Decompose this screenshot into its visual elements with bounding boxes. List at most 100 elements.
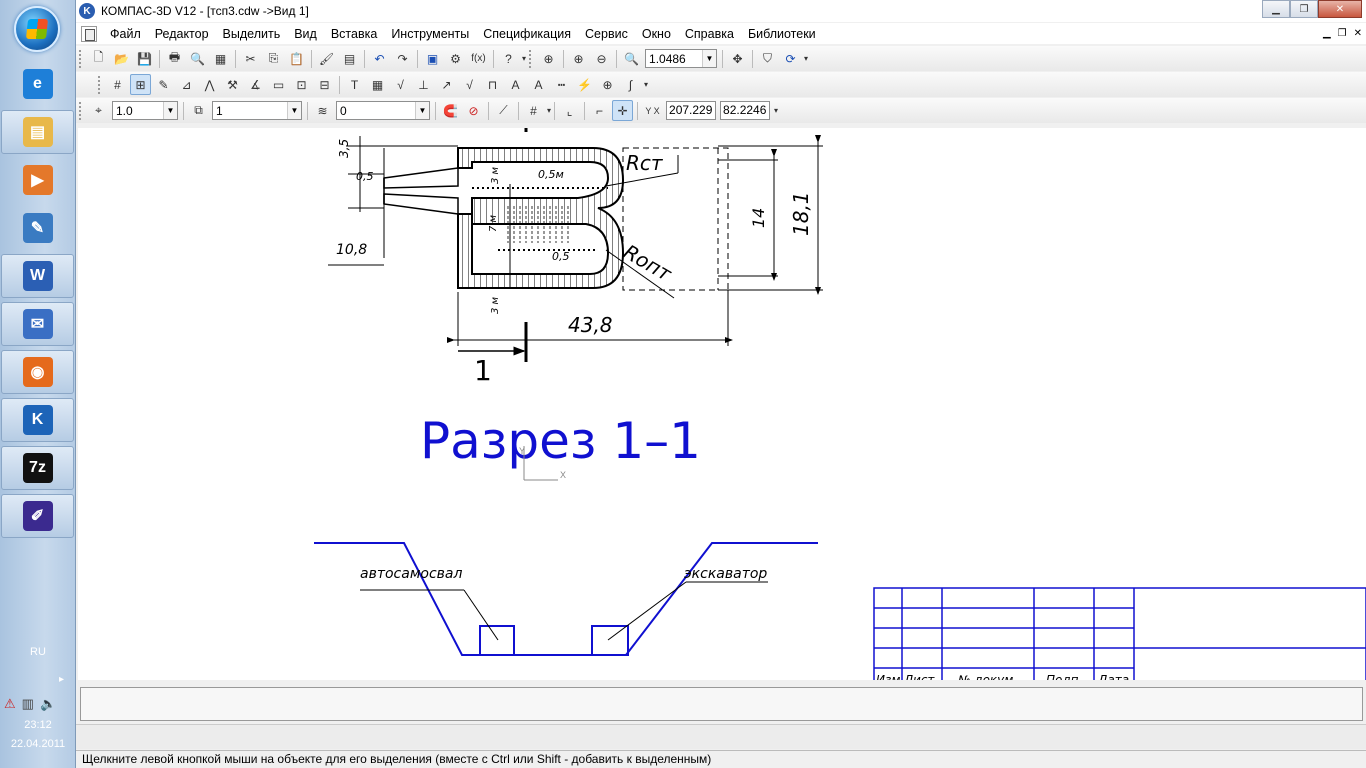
zoom-out-icon[interactable]: ⊖	[591, 48, 612, 69]
taskbar-media-player-button[interactable]: ▶	[1, 158, 74, 202]
view-icon[interactable]: ⧉	[188, 100, 209, 121]
format-painter-icon[interactable]: 🖌	[316, 48, 337, 69]
chevron-down-icon[interactable]: ▼	[702, 50, 717, 67]
parametrize-icon[interactable]: ∡	[245, 74, 266, 95]
magnet-icon[interactable]: 🧲	[440, 100, 461, 121]
coord-y-field[interactable]: 82.2246	[720, 101, 771, 120]
volume-icon[interactable]: 🔈	[40, 696, 56, 712]
roughness-icon[interactable]: √	[390, 74, 411, 95]
round-snap-icon[interactable]: ✛	[612, 100, 634, 121]
pan-icon[interactable]: ✥	[727, 48, 748, 69]
menu-item-10[interactable]: Библиотеки	[741, 27, 823, 41]
arrow-icon[interactable]: ⚡	[574, 74, 595, 95]
zoom-scale-icon[interactable]: 🔍	[621, 48, 642, 69]
drawing-svg[interactable]: 3,5 0,5 0,5м 3 м 7 м 0,5 10,8 Rст Rопт 1…	[78, 128, 1366, 680]
close-button[interactable]: ✕	[1318, 0, 1362, 18]
spec-icon[interactable]: ⊟	[314, 74, 335, 95]
drawing-canvas[interactable]: 3,5 0,5 0,5м 3 м 7 м 0,5 10,8 Rст Rопт 1…	[78, 128, 1366, 680]
cut-icon[interactable]: ✂	[240, 48, 261, 69]
new-document-icon[interactable]: 🗋	[88, 48, 109, 69]
geometry-icon[interactable]: ✎	[153, 74, 174, 95]
zoom-in-icon[interactable]: ⊕	[568, 48, 589, 69]
menu-item-2[interactable]: Выделить	[216, 27, 288, 41]
step-combo[interactable]: 1.0 ▼	[112, 101, 178, 120]
network-tray-icon[interactable]: ⚠	[4, 696, 16, 712]
toolbar-overflow-icon[interactable]: ▾	[774, 106, 778, 115]
grid-snap-icon[interactable]: #	[107, 74, 128, 95]
redo-icon[interactable]: ↷	[392, 48, 413, 69]
text-icon[interactable]: T	[344, 74, 365, 95]
menu-item-7[interactable]: Сервис	[578, 27, 635, 41]
ortho-icon[interactable]: ⟋	[493, 100, 514, 121]
menu-item-5[interactable]: Инструменты	[384, 27, 476, 41]
variables-icon[interactable]: f(x)	[468, 48, 489, 69]
menu-item-3[interactable]: Вид	[287, 27, 324, 41]
show-all-icon[interactable]: ⛉	[757, 48, 778, 69]
menu-item-1[interactable]: Редактор	[148, 27, 216, 41]
snap-icon[interactable]: ⊞	[130, 74, 151, 95]
taskbar-paint-tool-button[interactable]: ✐	[1, 494, 74, 538]
title-block[interactable]	[873, 587, 1366, 680]
doc-restore-button[interactable]: ❐	[1338, 28, 1347, 39]
taskbar-network-tool-button[interactable]: ✎	[1, 206, 74, 250]
excavation-scheme[interactable]	[314, 542, 818, 656]
base-icon[interactable]: ⊥	[413, 74, 434, 95]
chevron-down-icon[interactable]: ▼	[287, 102, 301, 119]
toolbar-grip[interactable]	[79, 49, 83, 68]
menu-item-4[interactable]: Вставка	[324, 27, 384, 41]
manager-icon[interactable]: ▣	[422, 48, 443, 69]
chevron-down-icon[interactable]: ▼	[415, 102, 429, 119]
menu-item-6[interactable]: Спецификация	[476, 27, 578, 41]
clock-date[interactable]: 22.04.2011	[0, 738, 76, 750]
restore-button[interactable]: ❐	[1290, 0, 1318, 18]
tolerance-icon[interactable]: √	[459, 74, 480, 95]
print-preview-icon[interactable]: 🔍	[187, 48, 208, 69]
local-cs-icon[interactable]: ⌞	[559, 100, 580, 121]
taskbar-word-button[interactable]: W	[1, 254, 74, 298]
network-status-icon[interactable]: ▥	[22, 696, 34, 712]
text-leader-icon[interactable]: A	[505, 74, 526, 95]
chevron-down-icon[interactable]: ▼	[163, 102, 177, 119]
cursor-step-icon[interactable]: ⌖	[88, 100, 109, 121]
taskbar-thunderbird-button[interactable]: ✉	[1, 302, 74, 346]
center-mark-icon[interactable]: ⊕	[597, 74, 618, 95]
dimensions-icon[interactable]: ⊿	[176, 74, 197, 95]
menu-item-0[interactable]: Файл	[103, 27, 148, 41]
layer-combo[interactable]: 0 ▼	[336, 101, 430, 120]
print-icon[interactable]: 🖶	[164, 48, 185, 69]
grid-dropdown-icon[interactable]: ▾	[547, 106, 551, 115]
library-icon[interactable]: ⚙	[445, 48, 466, 69]
menu-item-8[interactable]: Окно	[635, 27, 678, 41]
taskbar-kompas-button[interactable]: K	[1, 398, 74, 442]
wave-line-icon[interactable]: ∫	[620, 74, 641, 95]
open-icon[interactable]: 📂	[111, 48, 132, 69]
local-snap-icon[interactable]: ⊘	[463, 100, 484, 121]
orthogonal-icon[interactable]: ⌐	[589, 100, 610, 121]
title-bar[interactable]: K КОМПАС-3D V12 - [тсп3.cdw ->Вид 1] ▁ ❐…	[76, 0, 1366, 22]
leader-icon[interactable]: ↗	[436, 74, 457, 95]
break-line-icon[interactable]: ┅	[551, 74, 572, 95]
doc-close-button[interactable]: ✕	[1354, 28, 1362, 39]
taskbar-explorer-button[interactable]: ▤	[1, 110, 74, 154]
properties-icon[interactable]: ▤	[339, 48, 360, 69]
undo-icon[interactable]: ↶	[369, 48, 390, 69]
tray-expand-icon[interactable]: ▸	[59, 674, 64, 685]
refresh-icon[interactable]: ⟳	[780, 48, 801, 69]
designations-icon[interactable]: ⋀	[199, 74, 220, 95]
toolbar-overflow-icon[interactable]: ▾	[644, 80, 648, 89]
zoom-window-icon[interactable]: ⊕	[538, 48, 559, 69]
doc-minimize-button[interactable]: ▁	[1323, 28, 1331, 39]
zoom-combo[interactable]: 1.0486 ▼	[645, 49, 718, 68]
print-setup-icon[interactable]: ▦	[210, 48, 231, 69]
coord-x-field[interactable]: 207.229	[666, 101, 717, 120]
start-button[interactable]	[14, 6, 60, 52]
save-icon[interactable]: 💾	[134, 48, 155, 69]
view-combo[interactable]: 1 ▼	[212, 101, 302, 120]
measure-icon[interactable]: ▭	[268, 74, 289, 95]
minimize-button[interactable]: ▁	[1262, 0, 1290, 18]
clock-time[interactable]: 23:12	[0, 719, 76, 731]
toolbar-overflow-icon[interactable]: ▾	[804, 54, 808, 63]
taskbar-firefox-button[interactable]: ◉	[1, 350, 74, 394]
grid-icon[interactable]: #	[523, 100, 544, 121]
kompas-logo-icon[interactable]: K	[79, 3, 95, 19]
